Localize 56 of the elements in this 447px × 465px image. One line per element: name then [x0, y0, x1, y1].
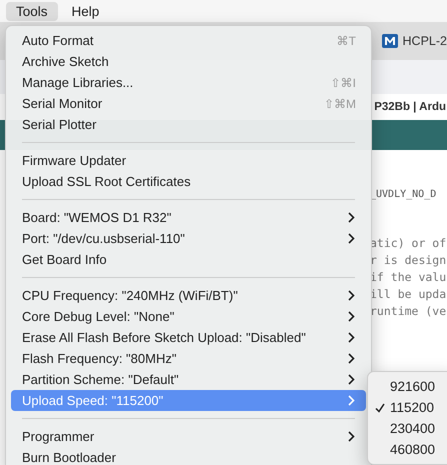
menu-item-label: Get Board Info [22, 252, 108, 267]
menu-item-label: Port: "/dev/cu.usbserial-110" [22, 231, 186, 246]
menu-item[interactable]: CPU Frequency: "240MHz (WiFi/BT)" [11, 285, 366, 306]
submenu-item-label: 230400 [390, 421, 436, 436]
menu-item[interactable]: Partition Scheme: "Default" [11, 369, 366, 390]
menu-item[interactable]: Board: "WEMOS D1 R32" [11, 207, 366, 228]
menu-item-label: Partition Scheme: "Default" [22, 372, 180, 387]
menu-item-label: Manage Libraries... [22, 75, 134, 90]
menu-item-label: Upload SSL Root Certificates [22, 174, 192, 189]
menu-item[interactable]: Burn Bootloader [11, 447, 366, 465]
shortcut-label: ⇧⌘M [324, 96, 356, 110]
m-logo-icon [382, 34, 398, 48]
page-title: P32Bb | Ardu [374, 101, 447, 113]
menu-item[interactable]: Port: "/dev/cu.usbserial-110" [11, 228, 366, 249]
menu-bar-item[interactable]: Tools [6, 2, 58, 20]
code-line: runtime (ve [370, 303, 447, 320]
menu-item[interactable]: Core Debug Level: "None" [11, 306, 366, 327]
menu-item[interactable]: Archive Sketch [11, 51, 366, 72]
menu-item-label: Core Debug Level: "None" [22, 309, 176, 324]
menu-item[interactable]: Programmer [11, 426, 366, 447]
submenu-item[interactable]: 921600 [368, 376, 447, 397]
menu-item[interactable]: Auto Format ⌘T [11, 30, 366, 51]
submenu-item[interactable]: 115200 [368, 397, 447, 418]
menu-bar-item[interactable]: Help [62, 2, 110, 20]
menu-item-label: Serial Plotter [22, 117, 98, 132]
shortcut-label: ⇧⌘I [330, 76, 356, 90]
menu-item[interactable]: Serial Plotter [11, 114, 366, 135]
submenu-item[interactable]: 460800 [368, 439, 447, 460]
menu-item-label: Firmware Updater [22, 153, 128, 168]
code-line: ill be upda [370, 286, 447, 303]
menu-item-label: Board: "WEMOS D1 R32" [22, 210, 172, 225]
menu-item-label: Auto Format [22, 33, 95, 48]
submenu-item[interactable]: 230400 [368, 418, 447, 439]
menu-item-label: Upload Speed: "115200" [22, 393, 164, 408]
menu-item-label: Archive Sketch [22, 54, 110, 69]
menu-item[interactable]: Firmware Updater [11, 150, 366, 171]
menu-item-label: Serial Monitor [22, 96, 104, 111]
submenu-item-label: 115200 [390, 400, 434, 415]
menu-item-label: Flash Frequency: "80MHz" [22, 351, 178, 366]
shortcut-label: ⌘T [336, 34, 356, 48]
menu-item[interactable]: Flash Frequency: "80MHz" [11, 348, 366, 369]
menu-item[interactable]: Upload SSL Root Certificates [11, 171, 366, 192]
submenu-item-label: 921600 [390, 379, 436, 394]
menu-item[interactable]: Get Board Info [11, 249, 366, 270]
code-line: if the valu [370, 269, 447, 286]
menu-item-label: Burn Bootloader [22, 450, 117, 465]
menu-item[interactable]: Serial Monitor ⇧⌘M [11, 93, 366, 114]
code-line: r is design [370, 252, 447, 269]
menu-item-label: Erase All Flash Before Sketch Upload: "Disabled" [22, 330, 307, 345]
menu-item-label: CPU Frequency: "240MHz (WiFi/BT)" [22, 288, 239, 303]
menu-item[interactable]: Manage Libraries... ⇧⌘I [11, 72, 366, 93]
browser-tab[interactable]: HCPL-2 [382, 34, 447, 48]
menu-item-label: Programmer [22, 429, 96, 444]
menu-item[interactable]: Erase All Flash Before Sketch Upload: "Disabled" [11, 327, 366, 348]
code-line: _UVDLY_NO_D [370, 188, 438, 202]
submenu-item-label: 460800 [390, 442, 436, 457]
